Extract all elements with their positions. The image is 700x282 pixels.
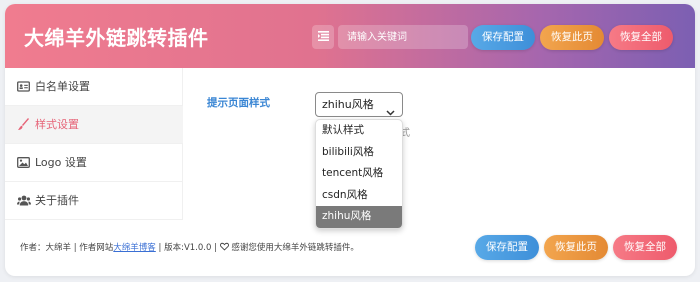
footer-version: | 版本:V1.0.0 | [155, 243, 220, 253]
image-icon [17, 156, 30, 169]
style-select[interactable]: zhihu风格 [315, 92, 403, 117]
footer-thanks: 感谢您使用大绵羊外链跳转插件。 [228, 243, 359, 253]
footer-info: 作者：大绵羊 | 作者网站大绵羊博客 | 版本:V1.0.0 | 感谢您使用大绵… [20, 242, 359, 254]
dropdown-option[interactable]: tencent风格 [316, 163, 402, 185]
footer-author: 作者：大绵羊 [20, 243, 72, 253]
header-save-button[interactable]: 保存配置 [471, 25, 535, 50]
id-card-icon [17, 80, 30, 93]
header-restore-all-button[interactable]: 恢复全部 [609, 25, 673, 50]
header-restore-page-button[interactable]: 恢复此页 [540, 25, 604, 50]
sidebar-item-label: 关于插件 [35, 194, 79, 207]
style-select-value: zhihu风格 [322, 98, 374, 111]
sidebar-item-whitelist[interactable]: 白名单设置 [5, 68, 183, 106]
sidebar-item-about[interactable]: 关于插件 [5, 182, 183, 220]
sidebar-item-label: 样式设置 [35, 118, 79, 131]
footer-site-prefix: | 作者网站 [71, 243, 114, 253]
sidebar-item-label: Logo 设置 [35, 156, 87, 169]
style-dropdown-list: 默认样式 bilibili风格 tencent风格 csdn风格 zhihu风格 [315, 119, 403, 229]
footer-restore-all-button[interactable]: 恢复全部 [613, 235, 677, 260]
sidebar-item-label: 白名单设置 [35, 80, 90, 93]
settings-panel: 大绵羊外链跳转插件 保存配置 恢复此页 恢复全部 [5, 4, 695, 276]
dropdown-option[interactable]: 默认样式 [316, 120, 402, 142]
dropdown-option[interactable]: csdn风格 [316, 185, 402, 207]
brush-icon [17, 118, 30, 131]
users-icon [17, 194, 31, 207]
app-title: 大绵羊外链跳转插件 [24, 26, 209, 50]
sidebar: 白名单设置 样式设置 Logo 设置 关于插件 [5, 68, 183, 220]
heart-icon [219, 242, 229, 251]
dropdown-option-selected[interactable]: zhihu风格 [316, 206, 402, 228]
dropdown-option[interactable]: bilibili风格 [316, 142, 402, 164]
sidebar-item-style[interactable]: 样式设置 [5, 106, 183, 144]
footer-restore-page-button[interactable]: 恢复此页 [544, 235, 608, 260]
footer-save-button[interactable]: 保存配置 [475, 235, 539, 260]
sidebar-item-logo[interactable]: Logo 设置 [5, 144, 183, 182]
search-input[interactable] [338, 25, 468, 49]
style-field-label: 提示页面样式 [207, 97, 270, 109]
list-icon[interactable] [312, 25, 334, 49]
header-bar: 大绵羊外链跳转插件 保存配置 恢复此页 恢复全部 [5, 4, 695, 68]
author-site-link[interactable]: 大绵羊博客 [113, 243, 156, 253]
